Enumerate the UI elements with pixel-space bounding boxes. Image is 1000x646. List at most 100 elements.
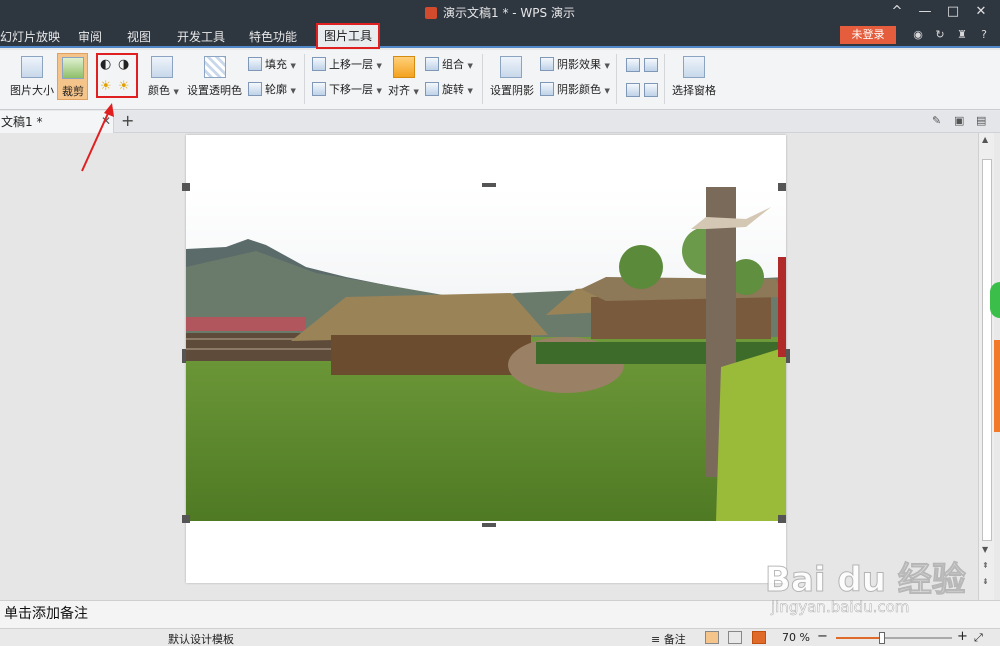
transparent-color-icon: [204, 56, 226, 78]
cloud-icon[interactable]: ◉: [911, 28, 925, 42]
group-button[interactable]: 组合 ▼: [425, 56, 473, 72]
group-icon: [425, 57, 439, 71]
contrast-increase-icon[interactable]: ◐: [100, 57, 111, 72]
send-backward-icon: [312, 82, 326, 96]
wps-presentation-icon: [425, 7, 438, 19]
picture-size-icon: [21, 56, 43, 78]
baidu-watermark: Bai du 经验 jingyan.baidu.com: [765, 540, 985, 625]
resize-handle-bottom-right[interactable]: [778, 515, 786, 523]
ribbon-divider: [304, 54, 305, 104]
zoom-slider[interactable]: [836, 632, 952, 644]
zoom-out-button[interactable]: −: [817, 629, 828, 644]
annotation-arrow: [81, 103, 114, 172]
shadow-effect-button[interactable]: 阴影效果 ▼: [540, 56, 610, 72]
shadow-color-button[interactable]: 阴影颜色 ▼: [540, 81, 610, 97]
close-button[interactable]: ✕: [970, 2, 992, 22]
help-icon[interactable]: ?: [977, 28, 991, 42]
window-title: 演示文稿1 * - WPS 演示: [0, 4, 1000, 21]
new-tab-button[interactable]: +: [121, 111, 134, 130]
shadow-color-icon: [540, 82, 554, 96]
document-tab-bar: 文稿1 * ✕ + ✎ ▣ ▤: [0, 111, 1000, 133]
design-template-label: 默认设计模板: [168, 633, 234, 646]
picture-size-button[interactable]: 图片大小: [10, 82, 54, 98]
watermark-brand: Bai du 经验: [765, 560, 967, 601]
tab-developer[interactable]: 开发工具: [177, 28, 225, 45]
bring-forward-icon: [312, 57, 326, 71]
resize-handle-top-left[interactable]: [182, 183, 190, 191]
ribbon-collapse-button[interactable]: ^: [886, 2, 908, 22]
resize-handle-top[interactable]: [482, 183, 496, 187]
scroll-up-icon[interactable]: ▲: [982, 135, 988, 144]
rotate-button[interactable]: 旋转 ▼: [425, 81, 473, 97]
normal-view-button[interactable]: [705, 631, 719, 644]
send-backward-button[interactable]: 下移一层 ▼: [312, 81, 382, 97]
ribbon-divider: [664, 54, 665, 104]
login-button[interactable]: 未登录: [840, 26, 896, 44]
fit-window-icon[interactable]: ⤢: [974, 631, 983, 645]
tab-slideshow[interactable]: 幻灯片放映: [0, 28, 60, 45]
sync-icon[interactable]: ↻: [933, 28, 947, 42]
notes-placeholder: 单击添加备注: [4, 606, 88, 622]
crop-label: 裁剪: [62, 85, 84, 98]
tab-view[interactable]: 视图: [127, 28, 151, 45]
fill-button[interactable]: 填充 ▼: [248, 56, 296, 72]
resize-handle-bottom-left[interactable]: [182, 515, 190, 523]
pin-icon[interactable]: ✎: [932, 114, 941, 127]
slide-canvas: [0, 103, 978, 600]
scroll-thumb[interactable]: [982, 159, 992, 541]
ribbon-divider: [616, 54, 617, 104]
slide[interactable]: [182, 135, 790, 583]
minimize-button[interactable]: —: [914, 2, 936, 22]
resize-handle-left[interactable]: [182, 349, 186, 363]
picture-tools-ribbon: 图片大小 裁剪 ◐ ◑ ☀ ☀ 颜色 ▼ 设置透明色 填充 ▼ 轮廓 ▼ 上移一…: [0, 50, 1000, 110]
color-icon: [151, 56, 173, 78]
title-bar: 演示文稿1 * - WPS 演示 ^ — □ ✕: [0, 0, 1000, 24]
resize-handle-top-right[interactable]: [778, 183, 786, 191]
shadow-nudge-down-icon[interactable]: [644, 83, 658, 97]
crop-icon: [62, 57, 84, 79]
brightness-increase-icon[interactable]: ☀: [100, 79, 112, 94]
set-transparent-button[interactable]: 设置透明色: [187, 82, 242, 98]
align-button[interactable]: 对齐 ▼: [388, 82, 419, 98]
brightness-contrast-group: ◐ ◑ ☀ ☀: [96, 53, 138, 98]
status-bar: 默认设计模板 ≡ 备注 70 % − + ⤢: [0, 628, 1000, 646]
side-widget-icon[interactable]: [990, 282, 1000, 318]
bring-forward-button[interactable]: 上移一层 ▼: [312, 56, 382, 72]
window-list-icon[interactable]: ▣: [954, 114, 964, 127]
shadow-icon: [500, 56, 522, 78]
outline-icon: [248, 82, 262, 96]
rotate-icon: [425, 82, 439, 96]
brightness-decrease-icon[interactable]: ☀: [118, 79, 130, 94]
selected-picture[interactable]: [186, 187, 786, 521]
slideshow-button[interactable]: [752, 631, 766, 644]
outline-button[interactable]: 轮廓 ▼: [248, 81, 296, 97]
zoom-percent[interactable]: 70 %: [782, 631, 810, 644]
landscape-photo: [186, 187, 786, 521]
resize-handle-bottom[interactable]: [482, 523, 496, 527]
color-button[interactable]: 颜色 ▼: [148, 82, 179, 98]
resize-handle-right[interactable]: [786, 349, 790, 363]
vertical-scrollbar[interactable]: ▲ ▼ ⇞ ⇟: [978, 133, 994, 600]
selection-pane-icon: [683, 56, 705, 78]
tab-review[interactable]: 审阅: [78, 28, 102, 45]
crop-button[interactable]: 裁剪: [57, 53, 88, 100]
ribbon-divider: [482, 54, 483, 104]
zoom-slider-knob[interactable]: [879, 632, 886, 644]
maximize-button[interactable]: □: [942, 2, 964, 22]
selection-pane-button[interactable]: 选择窗格: [672, 82, 716, 98]
tab-menu-icon[interactable]: ▤: [976, 114, 986, 127]
shadow-effect-icon: [540, 57, 554, 71]
shadow-nudge-up-icon[interactable]: [626, 58, 640, 72]
side-panel-toggle[interactable]: [994, 340, 1000, 432]
zoom-in-button[interactable]: +: [957, 629, 968, 644]
menu-bar: 幻灯片放映 审阅 视图 开发工具 特色功能 图片工具 未登录 ◉ ↻ ♜ ?: [0, 23, 1000, 49]
slide-sorter-button[interactable]: [728, 631, 742, 644]
notes-toggle-button[interactable]: ≡ 备注: [651, 631, 686, 646]
tab-special-features[interactable]: 特色功能: [249, 28, 297, 45]
shadow-nudge-right-icon[interactable]: [644, 58, 658, 72]
tab-picture-tools[interactable]: 图片工具: [315, 23, 381, 49]
contrast-decrease-icon[interactable]: ◑: [118, 57, 129, 72]
skin-icon[interactable]: ♜: [955, 28, 969, 42]
shadow-nudge-left-icon[interactable]: [626, 83, 640, 97]
set-shadow-button[interactable]: 设置阴影: [490, 82, 534, 98]
